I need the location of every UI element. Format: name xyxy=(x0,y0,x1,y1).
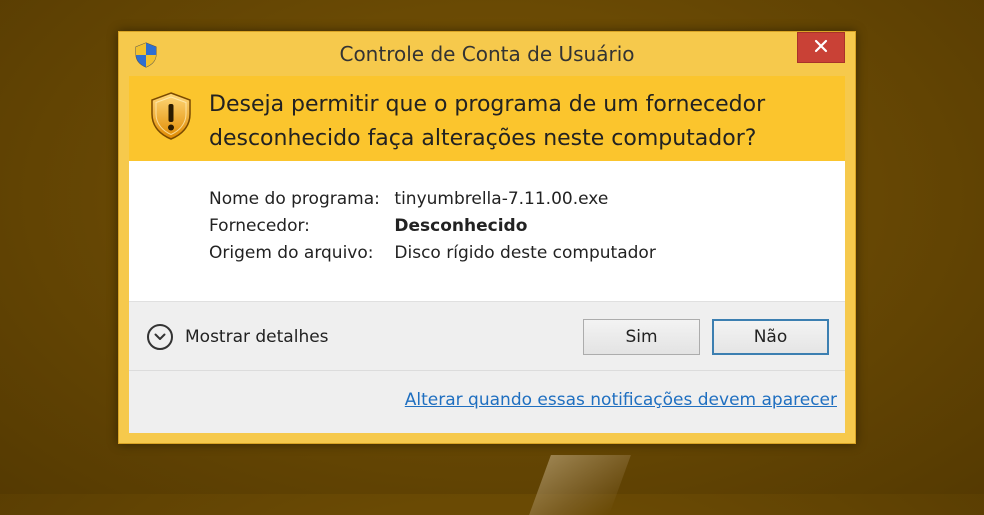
show-details-toggle[interactable]: Mostrar detalhes xyxy=(147,324,329,350)
question-line-1: Deseja permitir que o programa de um for… xyxy=(209,92,766,117)
title-bar[interactable]: Controle de Conta de Usuário xyxy=(119,32,855,76)
dialog-content: Deseja permitir que o programa de um for… xyxy=(129,76,845,433)
show-details-label: Mostrar detalhes xyxy=(185,327,329,347)
program-details: Nome do programa: tinyumbrella-7.11.00.e… xyxy=(129,161,845,301)
detail-value: Desconhecido xyxy=(394,216,528,236)
close-button[interactable] xyxy=(797,32,845,63)
desktop-background-detail xyxy=(529,455,631,515)
question-header: Deseja permitir que o programa de um for… xyxy=(129,76,845,161)
chevron-down-icon xyxy=(147,324,173,350)
no-button[interactable]: Não xyxy=(712,319,829,355)
detail-value: Disco rígido deste computador xyxy=(394,243,656,263)
footer: Alterar quando essas notificações devem … xyxy=(129,370,845,433)
uac-dialog: Controle de Conta de Usuário Deseja perm… xyxy=(118,31,856,444)
question-text: Deseja permitir que o programa de um for… xyxy=(209,88,765,156)
window-title: Controle de Conta de Usuário xyxy=(339,42,635,66)
action-bar: Mostrar detalhes Sim Não xyxy=(129,301,845,371)
change-notification-settings-link[interactable]: Alterar quando essas notificações devem … xyxy=(405,390,837,410)
detail-row-publisher: Fornecedor: Desconhecido xyxy=(209,216,527,236)
detail-row-file-origin: Origem do arquivo: Disco rígido deste co… xyxy=(209,243,656,263)
detail-label: Nome do programa: xyxy=(209,189,380,209)
close-icon xyxy=(814,38,828,57)
detail-label: Fornecedor: xyxy=(209,216,310,236)
detail-row-program-name: Nome do programa: tinyumbrella-7.11.00.e… xyxy=(209,189,608,209)
detail-label: Origem do arquivo: xyxy=(209,243,374,263)
yes-button[interactable]: Sim xyxy=(583,319,700,355)
warning-shield-icon xyxy=(149,91,193,141)
detail-value: tinyumbrella-7.11.00.exe xyxy=(394,189,609,209)
question-line-2: desconhecido faça alterações neste compu… xyxy=(209,126,757,151)
